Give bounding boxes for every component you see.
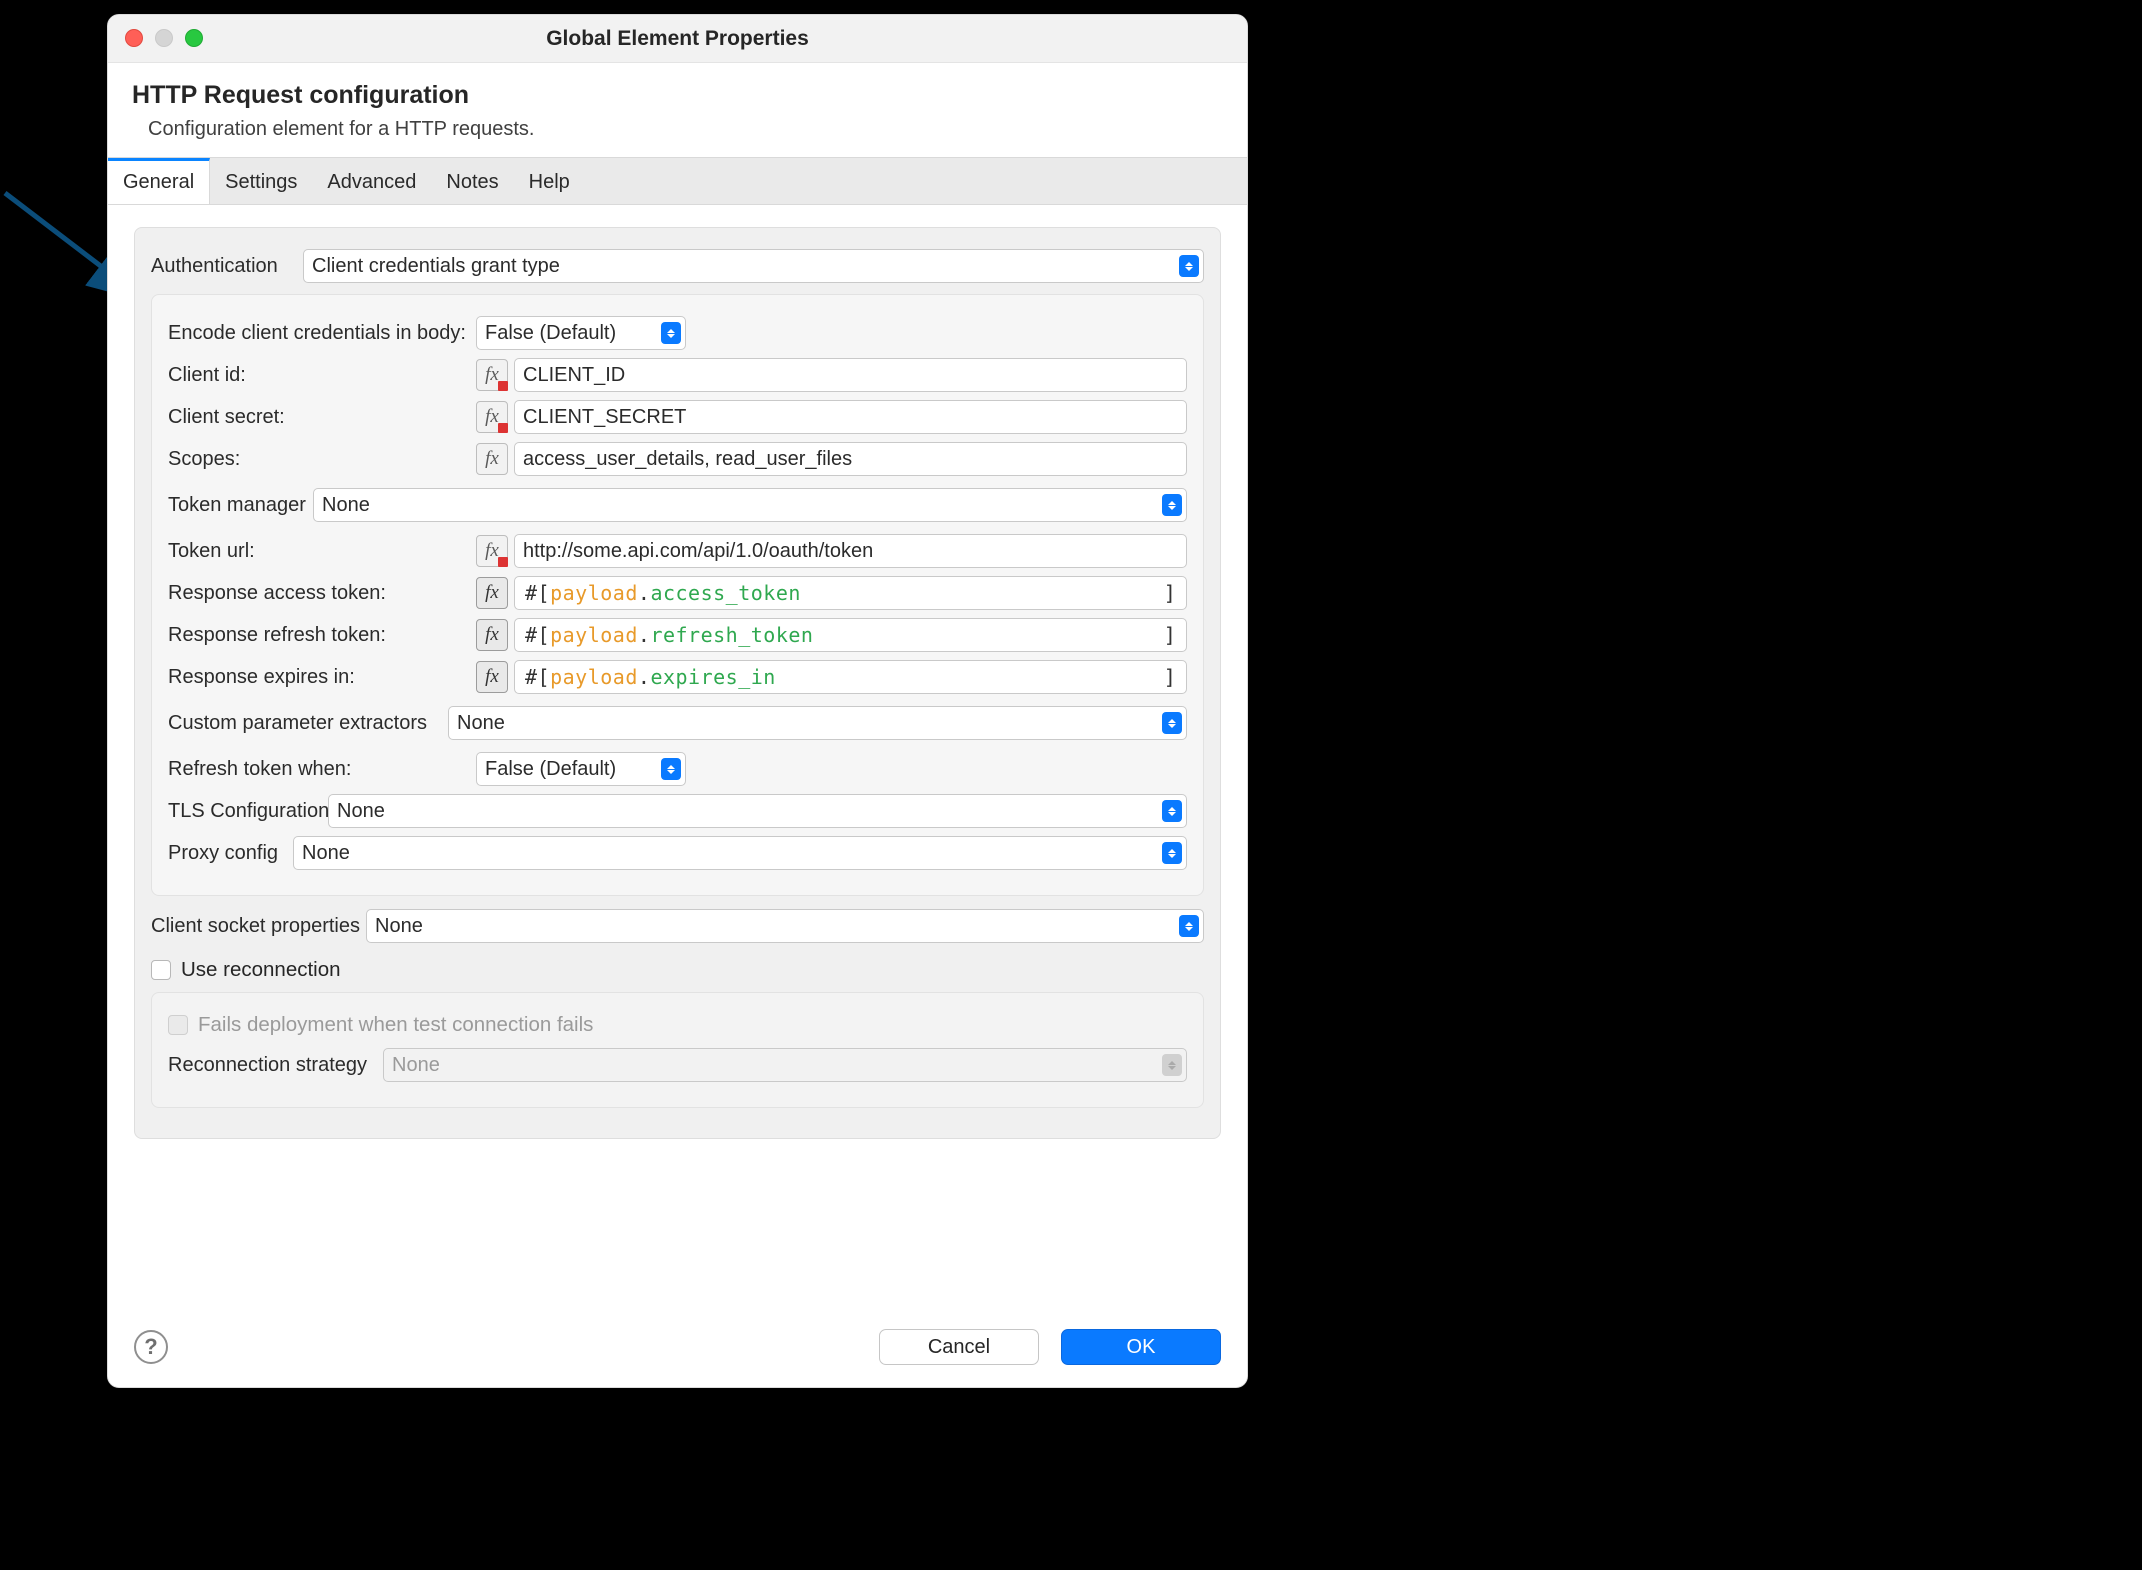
encode-value: False (Default) [485, 322, 616, 345]
token-manager-value: None [322, 494, 370, 517]
response-refresh-token-input[interactable]: #[ payload . refresh_token ] [514, 618, 1187, 652]
use-reconnection-label: Use reconnection [181, 958, 341, 982]
dialog-body: Authentication Client credentials grant … [108, 205, 1247, 1387]
fx-toggle[interactable]: fx [476, 359, 508, 391]
tab-help[interactable]: Help [514, 158, 585, 204]
reconnection-strategy-label: Reconnection strategy [168, 1054, 383, 1077]
refresh-token-when-select[interactable]: False (Default) [476, 752, 686, 786]
encode-label: Encode client credentials in body: [168, 322, 476, 345]
tab-settings[interactable]: Settings [210, 158, 312, 204]
refresh-token-when-label: Refresh token when: [168, 758, 476, 781]
proxy-config-label: Proxy config [168, 842, 293, 865]
response-expires-in-input[interactable]: #[ payload . expires_in ] [514, 660, 1187, 694]
cancel-button[interactable]: Cancel [879, 1329, 1039, 1365]
chevron-updown-icon [1179, 915, 1199, 937]
scopes-label: Scopes: [168, 448, 476, 471]
fx-toggle[interactable]: fx [476, 577, 508, 609]
chevron-updown-icon [1162, 842, 1182, 864]
fx-toggle[interactable]: fx [476, 619, 508, 651]
help-button[interactable]: ? [134, 1330, 168, 1364]
tab-bar: General Settings Advanced Notes Help [108, 157, 1247, 205]
response-access-token-input[interactable]: #[ payload . access_token ] [514, 576, 1187, 610]
window-title: Global Element Properties [546, 27, 809, 51]
authentication-fields: Encode client credentials in body: False… [151, 294, 1204, 896]
response-refresh-token-label: Response refresh token: [168, 624, 476, 647]
authentication-section: Authentication Client credentials grant … [134, 227, 1221, 1139]
close-window-button[interactable] [125, 29, 143, 47]
chevron-updown-icon [1162, 800, 1182, 822]
proxy-config-select[interactable]: None [293, 836, 1187, 870]
client-secret-label: Client secret: [168, 406, 476, 429]
client-id-label: Client id: [168, 364, 476, 387]
chevron-updown-icon [1162, 1054, 1182, 1076]
minimize-window-button[interactable] [155, 29, 173, 47]
authentication-value: Client credentials grant type [312, 255, 560, 278]
tab-general[interactable]: General [108, 158, 210, 204]
chevron-updown-icon [661, 322, 681, 344]
proxy-config-value: None [302, 842, 350, 865]
custom-parameter-extractors-select[interactable]: None [448, 706, 1187, 740]
client-socket-properties-select[interactable]: None [366, 909, 1204, 943]
fails-deployment-checkbox [168, 1015, 188, 1035]
page-subtitle: Configuration element for a HTTP request… [132, 118, 1223, 141]
chevron-updown-icon [1162, 712, 1182, 734]
token-manager-select[interactable]: None [313, 488, 1187, 522]
dialog-footer: ? Cancel OK [134, 1315, 1221, 1387]
dialog-header: HTTP Request configuration Configuration… [108, 63, 1247, 157]
dialog-window: Global Element Properties HTTP Request c… [107, 14, 1248, 1388]
fx-toggle[interactable]: fx [476, 443, 508, 475]
fx-toggle[interactable]: fx [476, 401, 508, 433]
fx-toggle[interactable]: fx [476, 661, 508, 693]
encode-select[interactable]: False (Default) [476, 316, 686, 350]
chevron-updown-icon [661, 758, 681, 780]
fails-deployment-label: Fails deployment when test connection fa… [198, 1013, 593, 1037]
client-id-input[interactable] [514, 358, 1187, 392]
client-socket-properties-value: None [375, 915, 423, 938]
ok-button[interactable]: OK [1061, 1329, 1221, 1365]
tls-configuration-select[interactable]: None [328, 794, 1187, 828]
token-manager-label: Token manager [168, 494, 313, 517]
client-secret-input[interactable] [514, 400, 1187, 434]
window-controls [125, 29, 203, 47]
reconnection-strategy-select: None [383, 1048, 1187, 1082]
use-reconnection-checkbox[interactable] [151, 960, 171, 980]
reconnection-strategy-value: None [392, 1054, 440, 1077]
token-url-input[interactable] [514, 534, 1187, 568]
custom-parameter-extractors-value: None [457, 712, 505, 735]
chevron-updown-icon [1179, 255, 1199, 277]
authentication-label: Authentication [151, 255, 281, 278]
client-socket-properties-label: Client socket properties [151, 915, 366, 938]
chevron-updown-icon [1162, 494, 1182, 516]
refresh-token-when-value: False (Default) [485, 758, 616, 781]
tab-notes[interactable]: Notes [431, 158, 513, 204]
response-access-token-label: Response access token: [168, 582, 476, 605]
tab-advanced[interactable]: Advanced [312, 158, 431, 204]
fx-toggle[interactable]: fx [476, 535, 508, 567]
maximize-window-button[interactable] [185, 29, 203, 47]
tls-configuration-value: None [337, 800, 385, 823]
reconnection-panel: Fails deployment when test connection fa… [151, 992, 1204, 1108]
response-expires-in-label: Response expires in: [168, 666, 476, 689]
token-url-label: Token url: [168, 540, 476, 563]
page-title: HTTP Request configuration [132, 81, 1223, 110]
titlebar: Global Element Properties [108, 15, 1247, 63]
scopes-input[interactable] [514, 442, 1187, 476]
tls-configuration-label: TLS Configuration [168, 800, 328, 823]
authentication-select[interactable]: Client credentials grant type [303, 249, 1204, 283]
custom-parameter-extractors-label: Custom parameter extractors [168, 712, 448, 735]
